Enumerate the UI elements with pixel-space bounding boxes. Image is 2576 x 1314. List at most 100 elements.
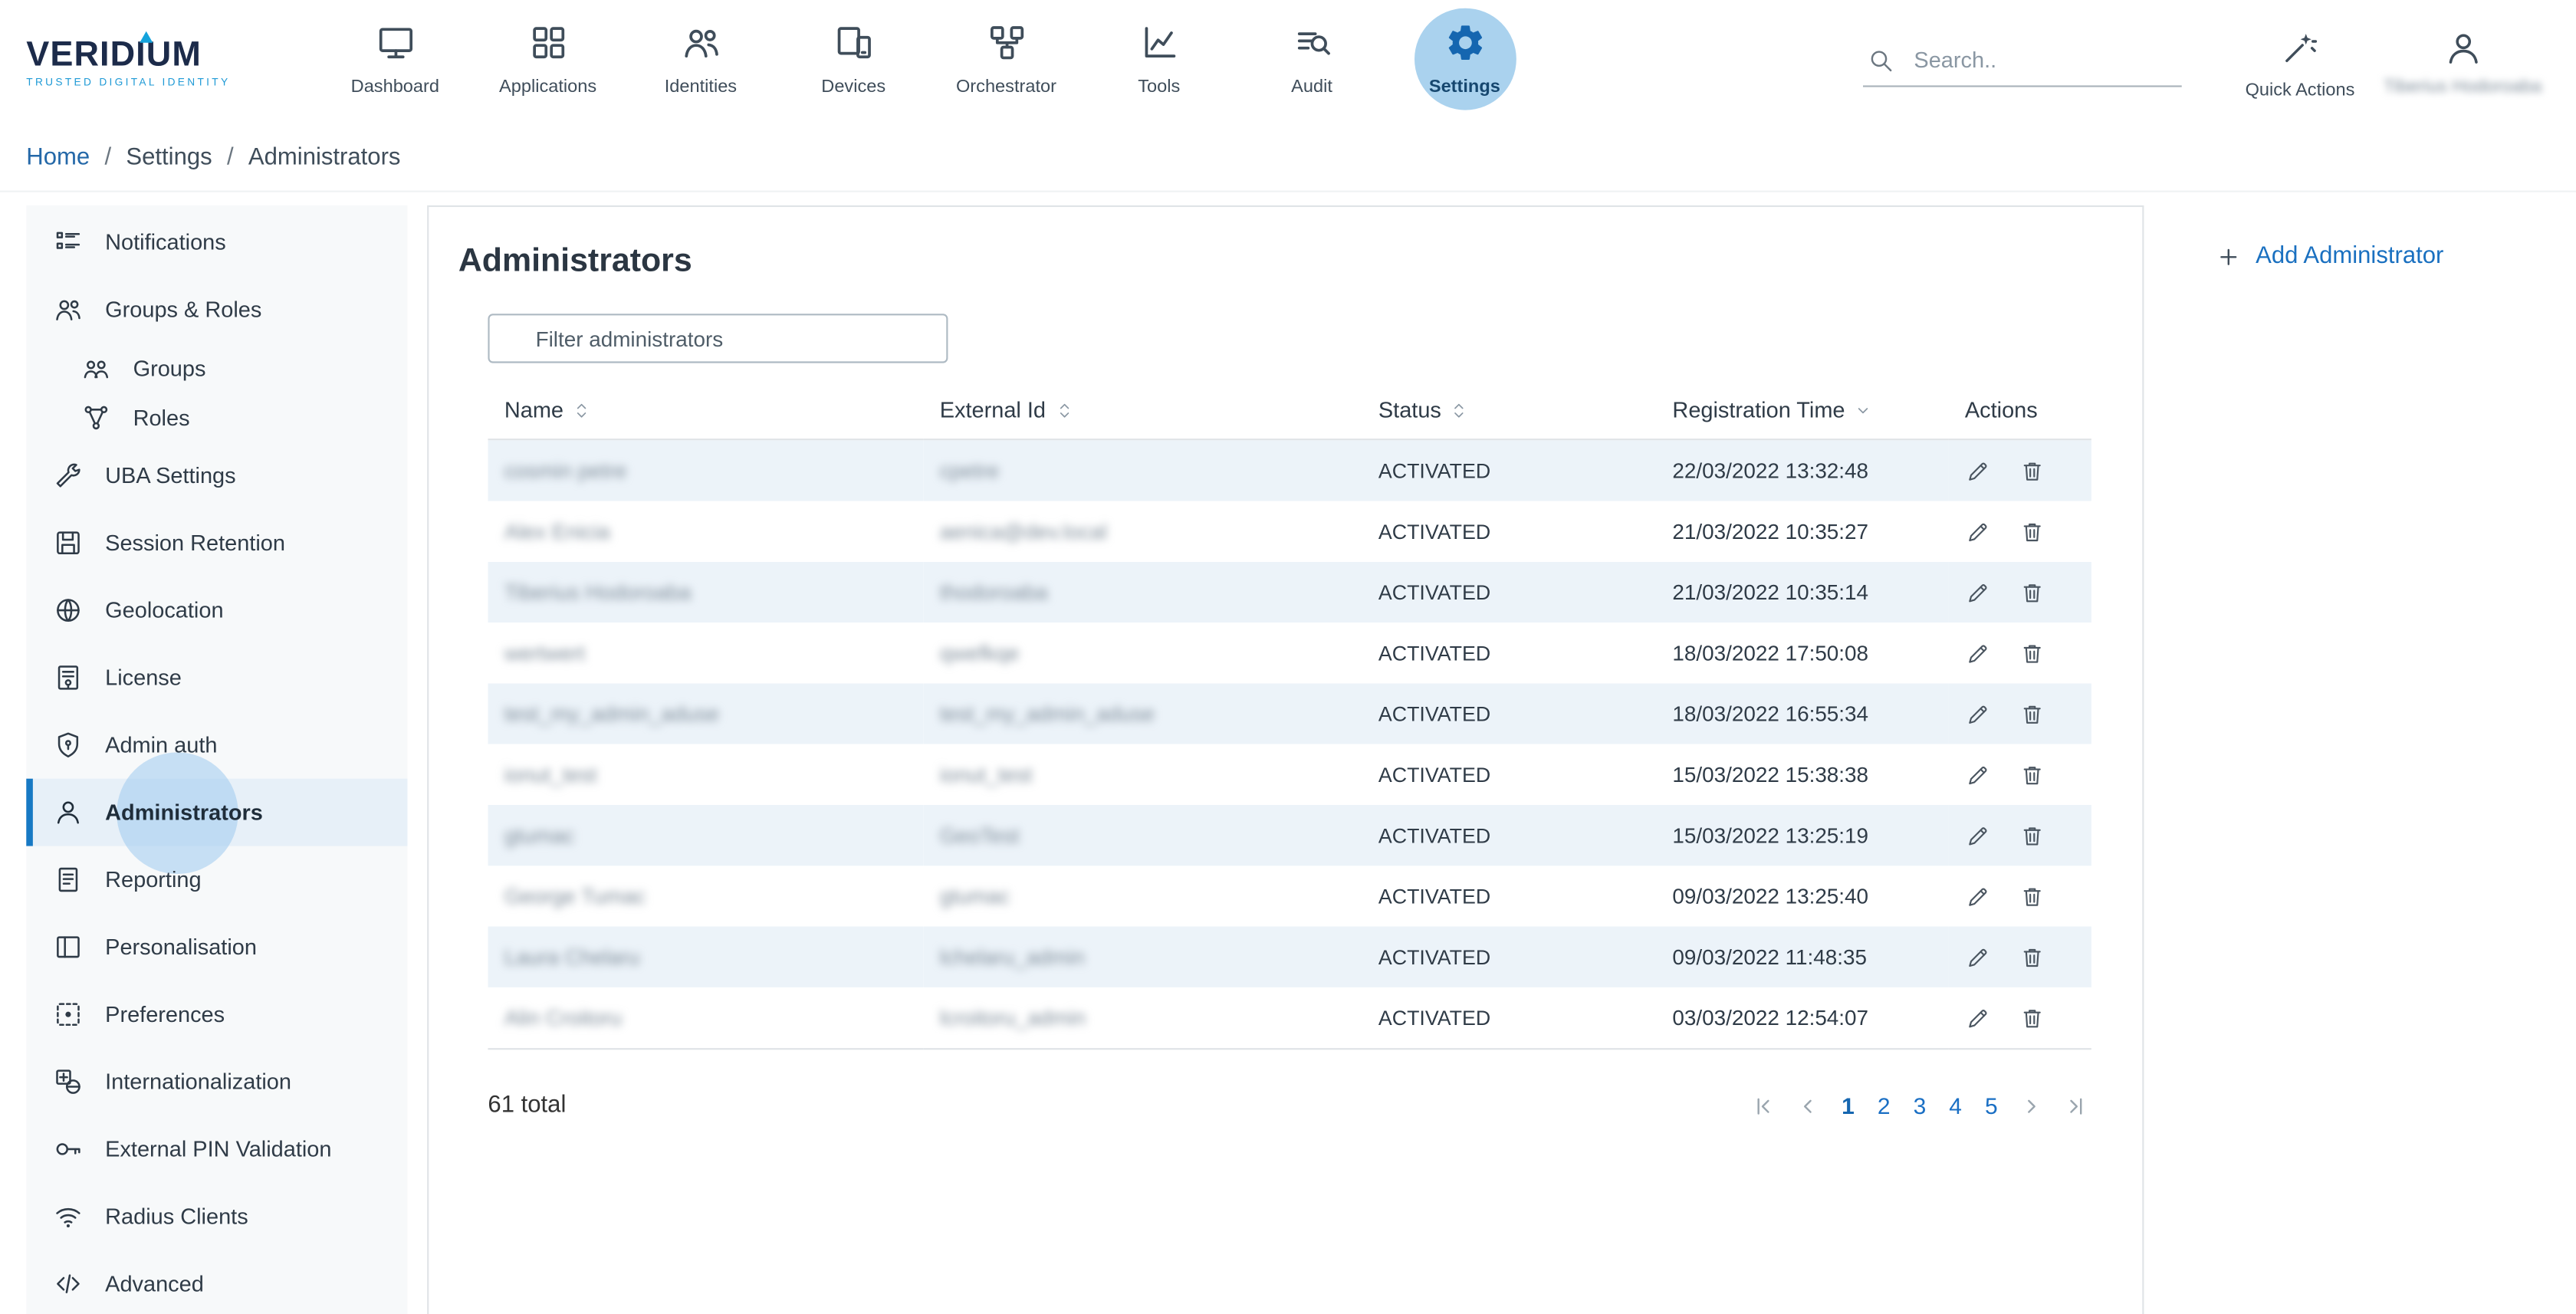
- logo-tagline: TRUSTED DIGITAL IDENTITY: [26, 77, 318, 88]
- nav-item-settings[interactable]: Settings: [1388, 0, 1541, 125]
- add-administrator-label: Add Administrator: [2256, 243, 2443, 269]
- delete-button[interactable]: [2019, 701, 2045, 727]
- registration-time: 18/03/2022 16:55:34: [1672, 701, 1868, 726]
- sidebar-item-roles[interactable]: Roles: [26, 393, 407, 442]
- nav-item-orchestrator[interactable]: Orchestrator: [930, 0, 1083, 125]
- breadcrumb-settings[interactable]: Settings: [126, 145, 212, 171]
- column-header-external-id[interactable]: External Id: [923, 384, 1362, 439]
- edit-icon: [1965, 1004, 1991, 1030]
- page-number-5[interactable]: 5: [1980, 1092, 2003, 1119]
- delete-icon: [2019, 944, 2045, 970]
- sidebar-item-internationalization[interactable]: Internationalization: [26, 1048, 407, 1115]
- preferences-icon: [53, 999, 84, 1030]
- page-number-4[interactable]: 4: [1944, 1092, 1967, 1119]
- column-header-registration-time[interactable]: Registration Time: [1656, 384, 1948, 439]
- page-number-1[interactable]: 1: [1837, 1092, 1860, 1119]
- page-number-3[interactable]: 3: [1908, 1092, 1931, 1119]
- breadcrumb-home[interactable]: Home: [26, 145, 90, 171]
- add-administrator-button[interactable]: Add Administrator: [2216, 243, 2576, 269]
- delete-button[interactable]: [2019, 579, 2045, 605]
- global-search: [1863, 45, 2182, 87]
- delete-button[interactable]: [2019, 518, 2045, 544]
- sidebar-item-advanced[interactable]: Advanced: [26, 1250, 407, 1314]
- last-page-button[interactable]: [2060, 1093, 2091, 1118]
- nav-item-devices[interactable]: Devices: [777, 0, 930, 125]
- administrators-panel: Administrators NameExternal IdStatusRegi…: [427, 205, 2144, 1314]
- sidebar-item-reporting[interactable]: Reporting: [26, 846, 407, 914]
- sidebar-item-uba-settings[interactable]: UBA Settings: [26, 442, 407, 509]
- magic-wand-icon: [2280, 28, 2319, 67]
- nav-item-identities[interactable]: Identities: [624, 0, 777, 125]
- nav-item-tools[interactable]: Tools: [1083, 0, 1235, 125]
- administrators-icon: [53, 797, 84, 828]
- tools-icon: [1138, 21, 1181, 64]
- edit-button[interactable]: [1965, 761, 1991, 787]
- right-panel: Add Administrator: [2144, 205, 2576, 270]
- edit-button[interactable]: [1965, 883, 1991, 909]
- devices-icon: [832, 21, 875, 64]
- breadcrumb-separator: /: [104, 145, 111, 171]
- quick-actions-button[interactable]: Quick Actions: [2224, 25, 2375, 100]
- top-bar: VERIDIUM TRUSTED DIGITAL IDENTITY Dashbo…: [0, 0, 2576, 125]
- delete-button[interactable]: [2019, 458, 2045, 484]
- nav-item-dashboard[interactable]: Dashboard: [319, 0, 472, 125]
- edit-button[interactable]: [1965, 579, 1991, 605]
- nav-item-audit[interactable]: Audit: [1235, 0, 1388, 125]
- edit-icon: [1965, 823, 1991, 849]
- top-bar-right: Quick Actions Tiberius Hodoroaba: [1863, 0, 2550, 125]
- sidebar-item-groups-roles[interactable]: Groups & Roles: [26, 276, 407, 343]
- sidebar-item-preferences[interactable]: Preferences: [26, 981, 407, 1048]
- edit-button[interactable]: [1965, 1004, 1991, 1030]
- delete-button[interactable]: [2019, 944, 2045, 970]
- edit-icon: [1965, 944, 1991, 970]
- sidebar-item-external-pin-validation[interactable]: External PIN Validation: [26, 1115, 407, 1183]
- edit-button[interactable]: [1965, 640, 1991, 666]
- admin-external-id: ionut_test: [940, 762, 1033, 787]
- edit-button[interactable]: [1965, 518, 1991, 544]
- prev-page-button[interactable]: [1792, 1093, 1824, 1118]
- delete-button[interactable]: [2019, 1004, 2045, 1030]
- edit-button[interactable]: [1965, 944, 1991, 970]
- admin-external-id: aenica@dev.local: [940, 519, 1107, 544]
- sidebar-item-label: Administrators: [105, 800, 263, 825]
- breadcrumb-current: Administrators: [248, 145, 401, 171]
- filter-administrators-input[interactable]: [488, 314, 948, 363]
- sidebar-item-geolocation[interactable]: Geolocation: [26, 577, 407, 644]
- search-input[interactable]: [1911, 45, 2155, 73]
- sidebar-item-personalisation[interactable]: Personalisation: [26, 913, 407, 981]
- sidebar-item-administrators[interactable]: Administrators: [26, 779, 407, 846]
- registration-time: 21/03/2022 10:35:27: [1672, 519, 1868, 544]
- search-icon: [1866, 45, 1894, 73]
- delete-icon: [2019, 1004, 2045, 1030]
- delete-button[interactable]: [2019, 761, 2045, 787]
- delete-button[interactable]: [2019, 640, 2045, 666]
- veridium-logo[interactable]: VERIDIUM TRUSTED DIGITAL IDENTITY: [26, 0, 318, 125]
- sidebar-item-admin-auth[interactable]: Admin auth: [26, 711, 407, 779]
- next-page-button[interactable]: [2016, 1093, 2047, 1118]
- edit-button[interactable]: [1965, 458, 1991, 484]
- status-badge: ACTIVATED: [1378, 581, 1490, 604]
- nav-item-applications[interactable]: Applications: [472, 0, 624, 125]
- sidebar-item-groups[interactable]: Groups: [26, 343, 407, 393]
- sidebar-item-radius-clients[interactable]: Radius Clients: [26, 1183, 407, 1250]
- table-footer: 61 total 12345: [488, 1092, 2091, 1119]
- sidebar-item-label: Geolocation: [105, 598, 223, 623]
- edit-icon: [1965, 883, 1991, 909]
- column-label: Status: [1378, 398, 1441, 422]
- sidebar-item-license[interactable]: License: [26, 644, 407, 711]
- edit-button[interactable]: [1965, 823, 1991, 849]
- column-header-name[interactable]: Name: [488, 384, 923, 439]
- edit-button[interactable]: [1965, 701, 1991, 727]
- sidebar-item-session-retention[interactable]: Session Retention: [26, 509, 407, 577]
- column-header-status[interactable]: Status: [1362, 384, 1656, 439]
- registration-time: 09/03/2022 11:48:35: [1672, 944, 1867, 969]
- page-number-2[interactable]: 2: [1872, 1092, 1895, 1119]
- delete-button[interactable]: [2019, 823, 2045, 849]
- delete-button[interactable]: [2019, 883, 2045, 909]
- sidebar-item-notifications[interactable]: Notifications: [26, 209, 407, 276]
- first-page-button[interactable]: [1748, 1093, 1779, 1118]
- delete-icon: [2019, 883, 2045, 909]
- roles-icon: [80, 402, 112, 433]
- radius-clients-icon: [53, 1201, 84, 1232]
- user-menu[interactable]: Tiberius Hodoroaba: [2376, 28, 2550, 97]
